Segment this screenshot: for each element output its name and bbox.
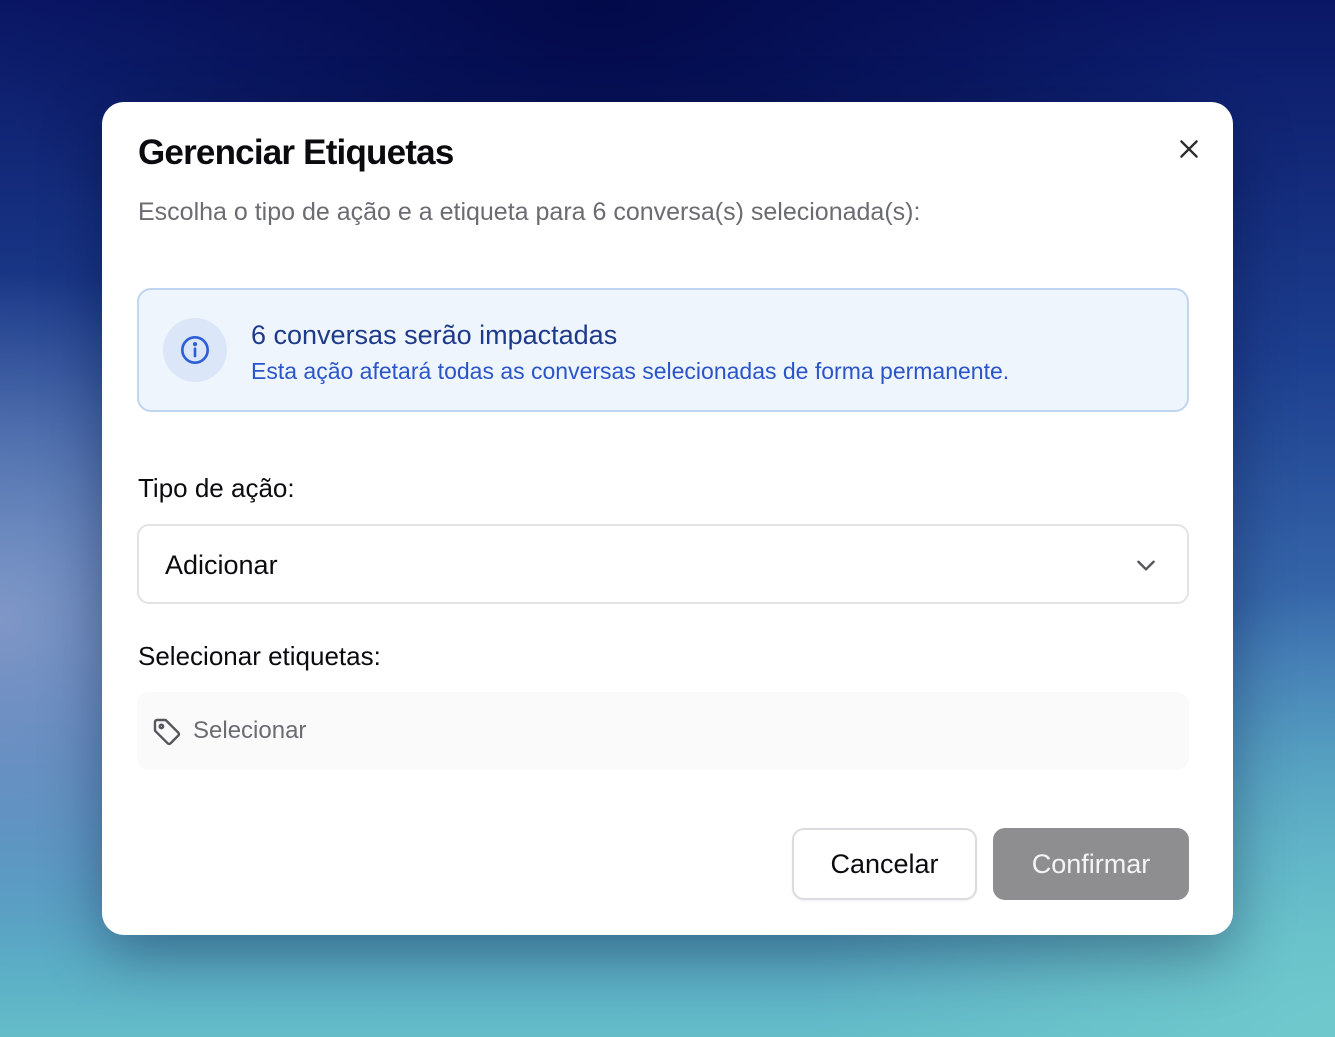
action-type-selected-value: Adicionar [165,550,278,580]
impact-info-banner: 6 conversas serão impactadas Esta ação a… [137,288,1189,412]
cancel-button[interactable]: Cancelar [792,828,977,900]
dialog-subtitle: Escolha o tipo de ação e a etiqueta para… [138,198,921,226]
chevron-down-icon [1137,560,1155,571]
tags-placeholder: Selecionar [193,717,307,744]
info-title: 6 conversas serão impactadas [251,320,618,350]
close-icon [1180,140,1198,158]
action-type-label: Tipo de ação: [138,473,295,503]
info-icon [181,336,209,364]
tag-icon [153,718,181,746]
action-type-select[interactable]: Adicionar [137,524,1189,604]
close-button[interactable] [1172,132,1206,166]
tags-select-input[interactable]: Selecionar [137,692,1189,770]
select-tags-label: Selecionar etiquetas: [138,641,381,671]
dialog-title: Gerenciar Etiquetas [138,133,454,172]
info-description: Esta ação afetará todas as conversas sel… [251,358,1010,384]
confirm-button[interactable]: Confirmar [993,828,1189,900]
manage-tags-dialog: Gerenciar Etiquetas Escolha o tipo de aç… [102,102,1233,935]
info-icon-badge [163,318,227,382]
